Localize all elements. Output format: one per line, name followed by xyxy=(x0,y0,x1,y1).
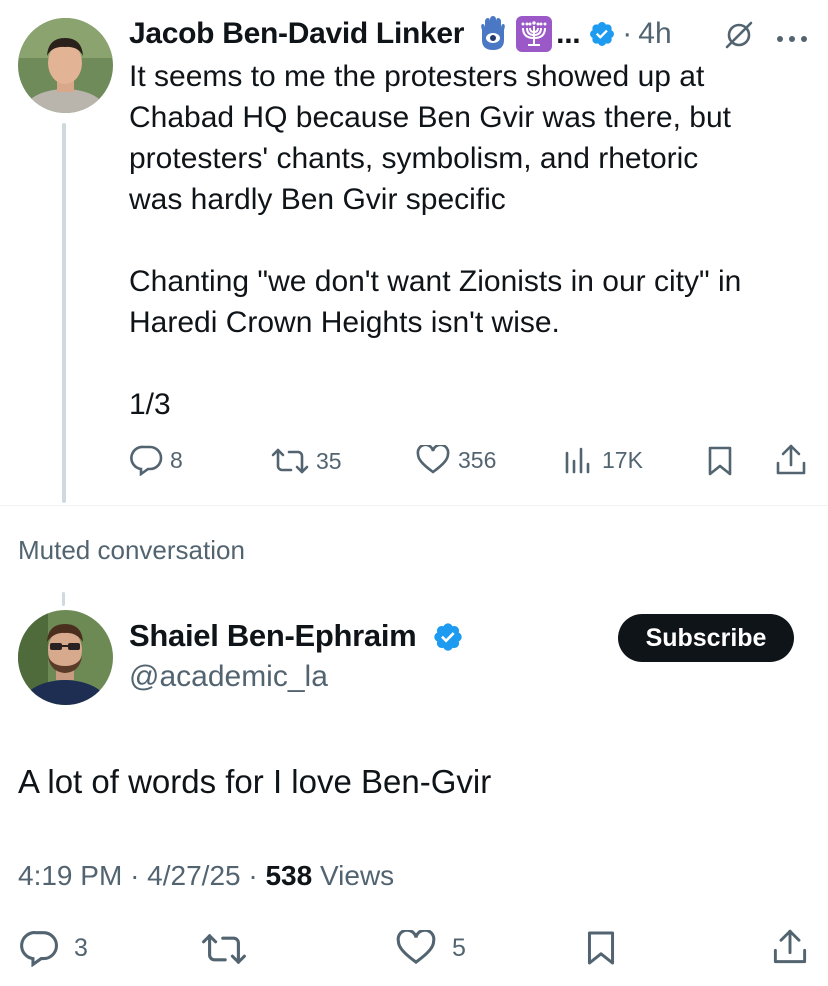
repost-count: 35 xyxy=(316,447,342,474)
bookmark-icon xyxy=(708,446,732,476)
views-label: Views xyxy=(319,860,395,891)
heart-icon xyxy=(416,445,450,474)
reply-icon xyxy=(130,445,163,476)
divider xyxy=(0,505,828,506)
repost-button[interactable] xyxy=(200,931,248,972)
author-name[interactable]: Shaiel Ben-Ephraim xyxy=(129,618,417,654)
like-button[interactable]: 5 xyxy=(396,930,466,966)
reply-button[interactable]: 8 xyxy=(130,444,183,476)
reply-count: 8 xyxy=(170,446,183,473)
reply-icon xyxy=(20,931,58,967)
share-icon xyxy=(773,929,807,964)
muted-conversation-label: Muted conversation xyxy=(18,535,245,565)
author-name[interactable]: Jacob Ben-David Linker xyxy=(129,17,464,51)
subscribe-button[interactable]: Subscribe xyxy=(618,614,794,662)
avatar[interactable] xyxy=(18,610,113,705)
views-count: 538 xyxy=(265,860,313,891)
views-icon xyxy=(565,447,590,474)
like-button[interactable]: 356 xyxy=(416,445,496,475)
thread-line xyxy=(62,123,66,503)
time-separator: · xyxy=(622,17,633,50)
tweet-time[interactable]: 4h xyxy=(638,17,671,51)
views-count: 17K xyxy=(602,446,643,473)
user-handle[interactable]: @academic_la xyxy=(129,660,328,694)
share-button[interactable] xyxy=(772,927,808,972)
verified-badge-icon xyxy=(588,20,616,48)
tweet-text: It seems to me the protesters showed up … xyxy=(129,60,742,421)
repost-button[interactable]: 35 xyxy=(270,446,342,476)
share-icon xyxy=(776,444,806,475)
tweet-time[interactable]: 4:19 PM xyxy=(18,860,122,891)
bookmark-icon xyxy=(587,931,615,965)
like-count: 5 xyxy=(452,933,466,962)
reply-count: 3 xyxy=(74,933,88,962)
meta-separator: · xyxy=(248,860,258,891)
tweet-date[interactable]: 4/27/25 xyxy=(147,860,240,891)
bookmark-button[interactable] xyxy=(707,445,733,482)
tweet-text: A lot of words for I love Ben-Gvir xyxy=(18,763,492,800)
verified-badge-icon xyxy=(432,621,464,653)
tweet-meta: 4:19 PM · 4/27/25 · 538 Views xyxy=(18,860,394,892)
like-count: 356 xyxy=(458,446,497,473)
views-button[interactable]: 17K xyxy=(564,445,643,475)
tweet-header: Jacob Ben-David Linker ... · 4h xyxy=(129,14,672,54)
avatar[interactable] xyxy=(18,18,113,113)
name-ellipsis: ... xyxy=(556,17,581,50)
thread-line-top xyxy=(62,592,65,606)
more-icon[interactable] xyxy=(776,30,808,48)
heart-icon xyxy=(396,930,436,965)
bookmark-button[interactable] xyxy=(586,929,616,972)
repost-icon xyxy=(202,934,246,964)
share-button[interactable] xyxy=(775,443,807,482)
reply-button[interactable]: 3 xyxy=(20,929,88,967)
grok-icon[interactable] xyxy=(722,18,756,57)
hamsa-icon xyxy=(476,16,510,52)
meta-separator: · xyxy=(130,860,140,891)
repost-icon xyxy=(271,448,309,474)
menorah-icon xyxy=(516,16,553,52)
